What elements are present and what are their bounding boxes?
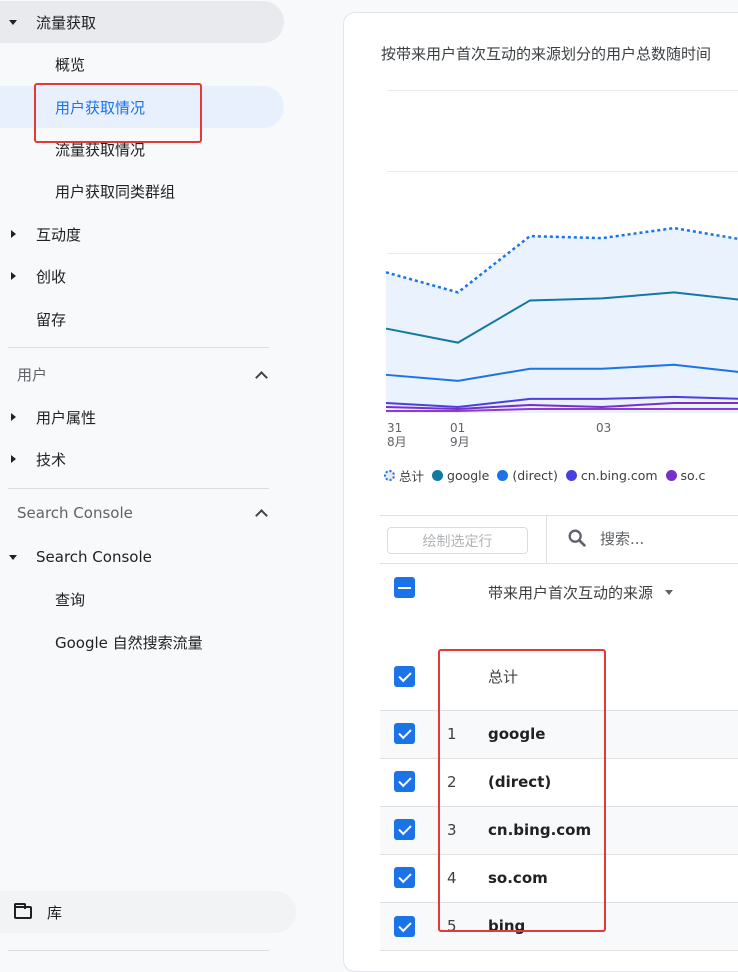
x-tick: 31 8月 — [387, 421, 407, 449]
row-checkbox[interactable] — [394, 771, 415, 792]
legend-label: so.c — [680, 468, 706, 483]
caret-right-icon — [11, 230, 16, 238]
folder-icon — [14, 902, 32, 919]
x-tick-day: 31 — [387, 421, 403, 435]
section-user[interactable]: 用户 — [17, 364, 272, 385]
x-tick-month: 8月 — [387, 435, 407, 449]
divider — [546, 516, 547, 564]
nav-monetization-label: 创收 — [36, 267, 67, 286]
area-total — [386, 228, 738, 413]
legend-dot-icon — [665, 470, 677, 481]
gridline — [387, 90, 738, 91]
row-checkbox[interactable] — [394, 723, 415, 744]
section-search-console-title: Search Console — [17, 504, 133, 522]
plot-rows-button[interactable]: 绘制选定行 — [387, 527, 528, 554]
search-placeholder: 搜索... — [600, 529, 645, 548]
legend-label: (direct) — [512, 468, 558, 483]
dropdown-icon[interactable] — [665, 590, 674, 595]
x-tick: 03 — [596, 421, 611, 435]
divider — [380, 515, 738, 516]
nav-search-console-label: Search Console — [36, 548, 152, 566]
row-checkbox[interactable] — [394, 666, 415, 687]
x-tick-month: 9月 — [450, 435, 470, 449]
divider — [8, 950, 269, 951]
chart-title: 按带来用户首次互动的来源划分的用户总数随时间 — [381, 45, 712, 63]
legend-dot-icon — [497, 470, 509, 481]
row-checkbox[interactable] — [394, 916, 415, 937]
nav-engagement-label: 互动度 — [36, 225, 82, 244]
search-input[interactable]: 搜索... — [566, 527, 644, 549]
legend-label: 总计 — [399, 469, 425, 484]
legend-dot-icon — [565, 470, 577, 481]
highlight-annotation — [34, 83, 202, 143]
caret-right-icon — [11, 413, 16, 421]
legend-item-total[interactable]: 总计 — [384, 466, 424, 485]
caret-down-icon — [9, 554, 17, 560]
nav-acquisition[interactable]: 流量获取 — [0, 1, 284, 43]
gridline — [387, 171, 738, 172]
legend-dotted-icon — [384, 470, 395, 481]
nav-tech-label: 技术 — [36, 450, 67, 469]
nav-retention-label: 留存 — [36, 310, 67, 329]
row-checkbox[interactable] — [394, 819, 415, 840]
chevron-up-icon[interactable] — [255, 370, 268, 384]
nav-queries-label: 查询 — [55, 590, 86, 609]
caret-down-icon — [9, 19, 17, 25]
x-tick-day: 01 — [450, 421, 466, 435]
dimension-header[interactable]: 带来用户首次互动的来源 — [488, 582, 674, 603]
legend-label: google — [447, 468, 490, 483]
caret-right-icon — [11, 455, 16, 463]
section-search-console[interactable]: Search Console — [17, 504, 272, 522]
legend-item-direct[interactable]: (direct) — [497, 468, 558, 483]
x-tick-day: 03 — [596, 421, 612, 435]
nav-user-attributes-label: 用户属性 — [36, 408, 97, 427]
x-tick: 01 9月 — [450, 421, 470, 449]
nav-acquisition-label: 流量获取 — [36, 13, 97, 32]
select-all-checkbox[interactable] — [394, 577, 415, 598]
line-chart — [385, 226, 738, 413]
divider — [8, 488, 269, 489]
nav-google-organic-label: Google 自然搜索流量 — [55, 633, 203, 652]
legend-item-so[interactable]: so.c — [665, 468, 706, 483]
section-user-title: 用户 — [17, 366, 48, 384]
search-icon — [568, 529, 586, 547]
divider — [8, 347, 269, 348]
legend-item-cn-bing[interactable]: cn.bing.com — [565, 468, 658, 483]
legend-dot-icon — [432, 470, 444, 481]
row-checkbox[interactable] — [394, 867, 415, 888]
chevron-up-icon[interactable] — [255, 509, 268, 522]
divider — [380, 563, 738, 564]
dimension-header-label: 带来用户首次互动的来源 — [488, 584, 654, 602]
nav-library-label: 库 — [47, 903, 63, 922]
nav-library[interactable]: 库 — [0, 891, 296, 933]
nav-overview-label: 概览 — [55, 55, 86, 74]
caret-right-icon — [11, 272, 16, 280]
chart-legend: 总计 google (direct) cn.bing.com so.c — [384, 466, 713, 485]
highlight-annotation — [438, 649, 606, 932]
legend-item-google[interactable]: google — [432, 468, 489, 483]
legend-label: cn.bing.com — [580, 468, 658, 483]
sidebar: 流量获取 概览 用户获取情况 流量获取情况 用户获取同类群组 互动度 创收 留存… — [0, 0, 300, 960]
nav-acquisition-cohort-label: 用户获取同类群组 — [55, 182, 176, 201]
